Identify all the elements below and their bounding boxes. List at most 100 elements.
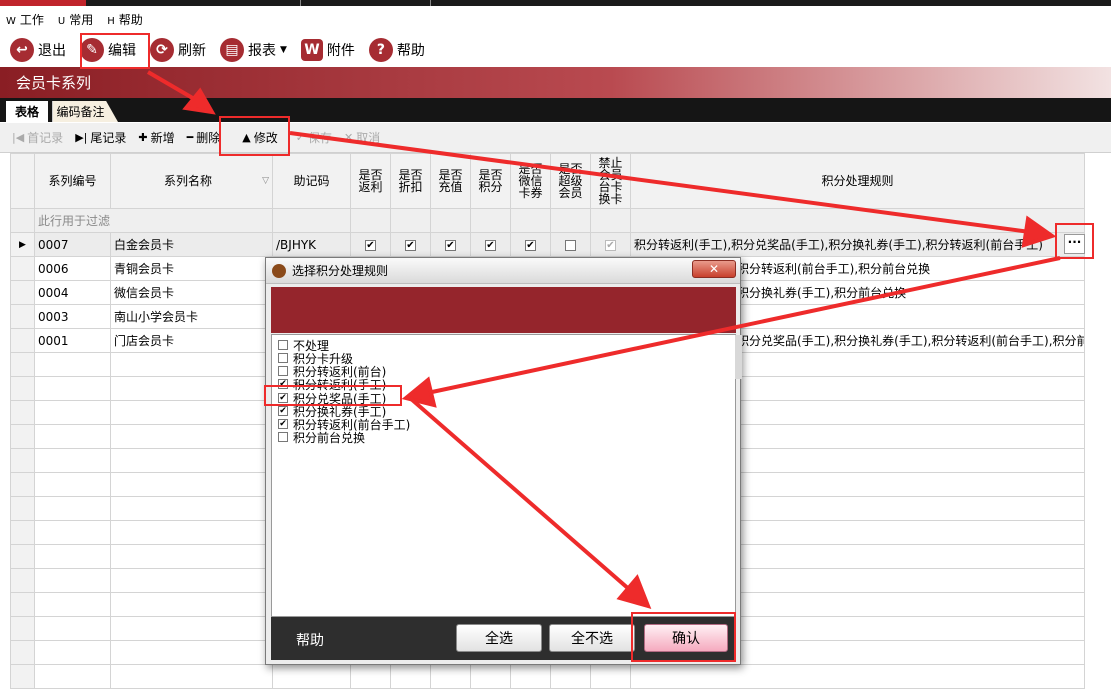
points-checkbox[interactable]: ✔ (485, 239, 496, 251)
exit-button[interactable]: ↩ 退出 (8, 35, 68, 65)
cell-points[interactable]: ✔ (470, 232, 511, 257)
empty-cell (110, 544, 273, 569)
cell-rules[interactable]: 积分转返利(手工),积分兑奖品(手工),积分换礼券(手工),积分转返利(前台手工… (630, 232, 1085, 257)
select-all-button[interactable]: 全选 (456, 624, 542, 652)
column-header-wechat-coupon[interactable]: 是否微信卡券 (510, 153, 551, 209)
add-button[interactable]: ✚ 新增 (138, 129, 174, 146)
column-header-discount[interactable]: 是否折扣 (390, 153, 431, 209)
filter-cell[interactable] (350, 208, 391, 233)
column-header-name[interactable]: 系列名称 ▽ (110, 153, 273, 209)
scrollbar[interactable] (735, 335, 742, 379)
cell-code[interactable]: 0003 (34, 304, 111, 329)
last-record-button[interactable]: ▶| 尾记录 (75, 129, 126, 146)
filter-cell[interactable] (550, 208, 591, 233)
cell-rebate[interactable]: ✔ (350, 232, 391, 257)
help-button[interactable]: ? 帮助 (367, 35, 427, 65)
cell-mnemonic[interactable]: /BJHYK (272, 232, 351, 257)
column-name-label: 系列名称 (164, 174, 213, 188)
option-checkbox[interactable] (278, 432, 288, 442)
empty-cell (10, 448, 35, 473)
empty-cell (110, 352, 273, 377)
option-checkbox[interactable]: ✔ (278, 406, 288, 416)
chevron-down-icon[interactable]: ▼ (280, 45, 287, 55)
cell-no-convert[interactable]: ✔ (590, 232, 631, 257)
option-checkbox[interactable] (278, 366, 288, 376)
attachment-button[interactable]: W 附件 (299, 35, 357, 65)
save-button[interactable]: ✓ 保存 (296, 129, 332, 146)
table-row[interactable]: ▶ 0007 白金会员卡 /BJHYK ✔ ✔ ✔ ✔ ✔ ✔ 积分转返利(手工… (10, 232, 1085, 257)
empty-cell (34, 664, 111, 689)
column-header-recharge[interactable]: 是否充值 (430, 153, 471, 209)
empty-cell (110, 520, 273, 545)
rules-ellipsis-button[interactable]: ··· (1064, 234, 1085, 254)
close-button[interactable]: ✕ (692, 260, 736, 278)
super-member-checkbox[interactable] (565, 239, 576, 251)
column-header-no-convert[interactable]: 禁止会员台卡换卡 (590, 153, 631, 209)
edit-button[interactable]: ✎ 编辑 (78, 35, 138, 65)
column-header-mnemonic[interactable]: 助记码 (272, 153, 351, 209)
filter-dropdown-icon[interactable]: ▽ (262, 175, 269, 187)
cell-name[interactable]: 门店会员卡 (110, 328, 273, 353)
filter-cell[interactable] (272, 208, 351, 233)
triangle-up-icon: ▲ (242, 131, 251, 144)
wechat-coupon-checkbox[interactable]: ✔ (525, 239, 536, 251)
option-checkbox[interactable]: ✔ (278, 379, 288, 389)
empty-cell (510, 664, 551, 689)
dialog-help-link[interactable]: 帮助 (296, 630, 324, 650)
attachment-label: 附件 (326, 43, 355, 59)
cell-name[interactable]: 南山小学会员卡 (110, 304, 273, 329)
column-header-super-member[interactable]: 是否超级会员 (550, 153, 591, 209)
check-icon: ✓ (295, 131, 305, 144)
cell-code[interactable]: 0001 (34, 328, 111, 353)
filter-cell[interactable] (390, 208, 431, 233)
cell-code[interactable]: 0004 (34, 280, 111, 305)
select-none-button[interactable]: 全不选 (549, 624, 635, 652)
option-checkbox[interactable] (278, 353, 288, 363)
menu-common[interactable]: U 常用 (58, 11, 93, 28)
filter-cell[interactable] (630, 208, 1085, 233)
menu-help[interactable]: H 帮助 (107, 11, 143, 28)
confirm-button[interactable]: 确认 (644, 624, 728, 652)
minus-icon: ━ (186, 131, 194, 144)
column-header-rebate[interactable]: 是否返利 (350, 153, 391, 209)
refresh-button[interactable]: ⟳ 刷新 (148, 35, 208, 65)
cell-name[interactable]: 青铜会员卡 (110, 256, 273, 281)
option-checkbox[interactable]: ✔ (278, 393, 288, 403)
option-checkbox[interactable]: ✔ (278, 419, 288, 429)
first-record-button[interactable]: |◀ 首记录 (12, 129, 63, 146)
rebate-checkbox[interactable]: ✔ (365, 239, 376, 251)
filter-cell[interactable] (470, 208, 511, 233)
filter-cell[interactable] (510, 208, 551, 233)
cell-recharge[interactable]: ✔ (430, 232, 471, 257)
option-checkbox[interactable] (278, 340, 288, 350)
column-header-rules[interactable]: 积分处理规则 (630, 153, 1085, 209)
column-header-points[interactable]: 是否积分 (470, 153, 511, 209)
cancel-button[interactable]: ✕ 取消 (344, 129, 380, 146)
modify-button[interactable]: ▲ 修改 (242, 129, 277, 146)
dialog-title-bar[interactable]: 选择积分处理规则 ✕ (266, 258, 740, 284)
cell-wechat-coupon[interactable]: ✔ (510, 232, 551, 257)
cell-code[interactable]: 0007 (34, 232, 111, 257)
tab-code-note[interactable]: 编码备注 (52, 101, 118, 122)
report-button[interactable]: ▤ 报表 ▼ (218, 35, 289, 65)
column-header-code[interactable]: 系列编号 (34, 153, 111, 209)
cell-name[interactable]: 白金会员卡 (110, 232, 273, 257)
option-frontdesk-exchange[interactable]: 积分前台兑换 (278, 430, 365, 445)
filter-hint[interactable]: 此行用于过滤 (34, 208, 273, 233)
delete-button[interactable]: ━ 删除 (187, 129, 221, 146)
filter-cell[interactable] (430, 208, 471, 233)
printer-icon: ▤ (220, 38, 244, 62)
discount-checkbox[interactable]: ✔ (405, 239, 416, 251)
cell-name[interactable]: 微信会员卡 (110, 280, 273, 305)
no-convert-checkbox[interactable]: ✔ (605, 239, 616, 251)
filter-cell[interactable] (590, 208, 631, 233)
menu-work[interactable]: W 工作 (6, 11, 44, 28)
cell-code[interactable]: 0006 (34, 256, 111, 281)
empty-cell (350, 664, 391, 689)
empty-cell (34, 544, 111, 569)
cell-discount[interactable]: ✔ (390, 232, 431, 257)
tab-grid[interactable]: 表格 (6, 101, 48, 122)
recharge-checkbox[interactable]: ✔ (445, 239, 456, 251)
filter-row[interactable]: 此行用于过滤 (10, 208, 1085, 233)
cell-super-member[interactable] (550, 232, 591, 257)
